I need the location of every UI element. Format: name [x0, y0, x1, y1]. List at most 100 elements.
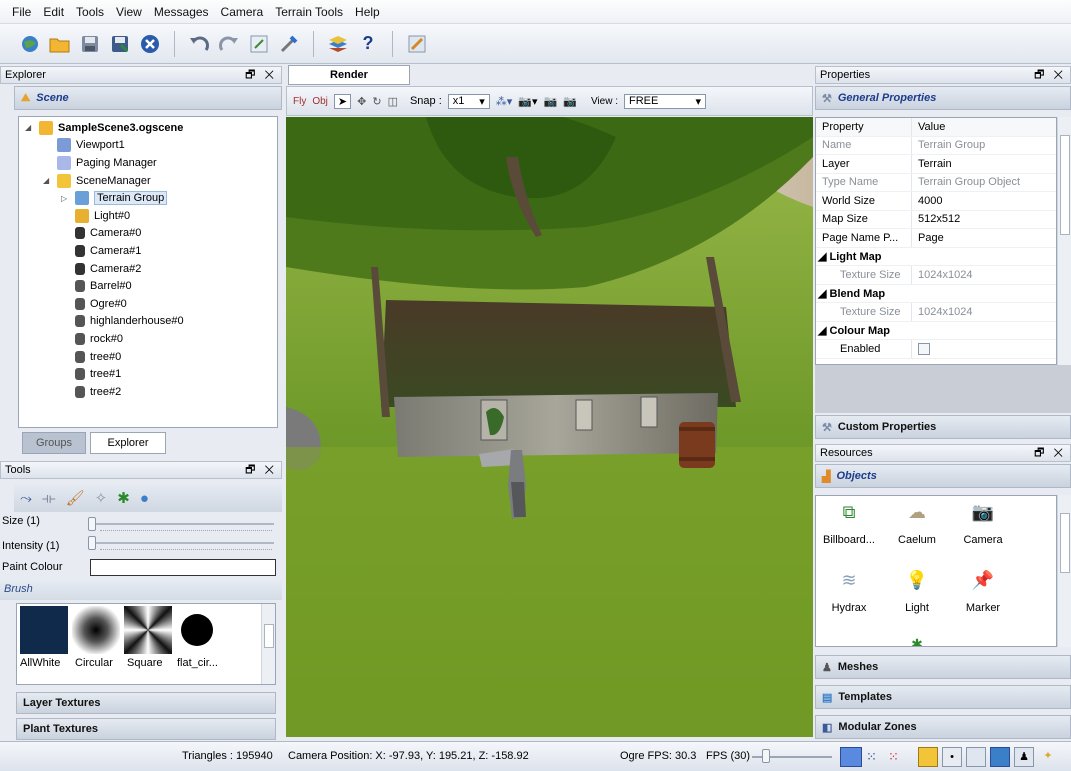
- water-icon[interactable]: ≋: [816, 570, 882, 591]
- scale-icon[interactable]: ◫: [388, 95, 398, 108]
- palm-icon[interactable]: ✱: [117, 489, 130, 507]
- texture-paint-icon[interactable]: 🖌: [66, 489, 85, 507]
- point-toggle-icon[interactable]: •: [942, 747, 962, 767]
- tree-item[interactable]: Barrel#0: [19, 277, 277, 295]
- menu-camera[interactable]: Camera: [215, 5, 270, 19]
- meshes-header[interactable]: ♟ Meshes: [815, 655, 1071, 679]
- render-viewport[interactable]: [286, 117, 813, 737]
- tab-groups[interactable]: Groups: [22, 432, 86, 454]
- menu-tools[interactable]: Tools: [70, 5, 110, 19]
- tree-item[interactable]: Camera#0: [19, 225, 277, 243]
- markers-toggle-icon[interactable]: ⁙: [888, 749, 899, 765]
- tree-item[interactable]: highlanderhouse#0: [19, 313, 277, 331]
- deform-icon[interactable]: ⤳: [20, 490, 32, 507]
- layers-icon[interactable]: [326, 32, 350, 56]
- enabled-checkbox[interactable]: [918, 342, 930, 355]
- brush-flat-circle-swatch[interactable]: [181, 614, 213, 646]
- snap-select[interactable]: x1 ▾: [447, 93, 490, 109]
- add-object-icon[interactable]: ⁂▾: [496, 95, 513, 108]
- brush-list-scrollbar[interactable]: [261, 604, 275, 684]
- tab-render[interactable]: Render: [288, 65, 410, 85]
- objects-scrollbar[interactable]: [1057, 495, 1071, 647]
- tools-icon[interactable]: [277, 32, 301, 56]
- tab-explorer[interactable]: Explorer: [90, 432, 166, 454]
- expand-arrow-icon[interactable]: ◢: [43, 176, 57, 185]
- properties-scrollbar[interactable]: [1057, 117, 1071, 365]
- smooth-icon[interactable]: ⟛: [42, 490, 56, 507]
- camera-select-icon[interactable]: 📷▾: [518, 95, 537, 108]
- objects-section-header[interactable]: ▟ Objects: [815, 464, 1071, 488]
- brush-allwhite-swatch[interactable]: [20, 606, 68, 654]
- settings-icon[interactable]: [247, 32, 271, 56]
- dots-toggle-icon[interactable]: ⁙: [866, 749, 877, 765]
- objects-grid[interactable]: ⧉ Billboard... ☁ Caelum 📷 Camera ≋ Hydra…: [815, 495, 1057, 647]
- water-sphere-icon[interactable]: ●: [140, 490, 149, 507]
- folder-toggle-icon[interactable]: [918, 747, 938, 767]
- dock-float-close-icon[interactable]: 🗗 ✕: [1034, 66, 1066, 85]
- property-row[interactable]: Layer Terrain: [816, 155, 1056, 174]
- open-folder-icon[interactable]: [48, 32, 72, 56]
- menu-view[interactable]: View: [110, 5, 148, 19]
- tree-item[interactable]: ▷ Terrain Group: [19, 189, 277, 207]
- menu-terrain-tools[interactable]: Terrain Tools: [269, 5, 349, 19]
- tree-item[interactable]: Paging Manager: [19, 154, 277, 172]
- undo-icon[interactable]: [187, 32, 211, 56]
- redo-icon[interactable]: [217, 32, 241, 56]
- layer-textures-header[interactable]: Layer Textures: [16, 692, 276, 714]
- property-value[interactable]: 4000: [912, 192, 1056, 210]
- property-value[interactable]: Terrain: [912, 155, 1056, 173]
- tree-item[interactable]: rock#0: [19, 330, 277, 348]
- light-icon[interactable]: 💡: [884, 570, 950, 591]
- menu-edit[interactable]: Edit: [37, 5, 70, 19]
- menu-messages[interactable]: Messages: [148, 5, 215, 19]
- tree-item[interactable]: tree#0: [19, 348, 277, 366]
- property-row[interactable]: Page Name P... Page: [816, 229, 1056, 248]
- property-group-row[interactable]: ◢ Blend Map: [816, 285, 1056, 303]
- help-icon[interactable]: ?: [356, 32, 380, 56]
- pin-icon[interactable]: 📌: [950, 570, 1016, 591]
- property-value[interactable]: Page: [912, 229, 1056, 247]
- modular-zones-header[interactable]: ◧ Modular Zones: [815, 715, 1071, 739]
- plant-icon[interactable]: ✧: [95, 489, 108, 507]
- expand-arrow-icon[interactable]: ◢: [25, 123, 39, 132]
- paint-toggle-icon[interactable]: [966, 747, 986, 767]
- dock-float-close-icon[interactable]: 🗗 ✕: [1034, 444, 1066, 463]
- property-row[interactable]: Type Name Terrain Group Object: [816, 173, 1056, 192]
- light-toggle-icon[interactable]: ✦: [1038, 747, 1058, 767]
- custom-properties-header[interactable]: ⚒ Custom Properties: [815, 415, 1071, 439]
- property-row[interactable]: Texture Size 1024x1024: [816, 266, 1056, 285]
- tree-item[interactable]: Ogre#0: [19, 295, 277, 313]
- dock-float-close-icon[interactable]: 🗗 ✕: [245, 461, 277, 480]
- tree-item[interactable]: ◢ SampleScene3.ogscene: [19, 119, 277, 137]
- property-row[interactable]: Texture Size 1024x1024: [816, 303, 1056, 322]
- move-icon[interactable]: ✥: [357, 95, 366, 108]
- paint-colour-swatch[interactable]: [90, 559, 276, 576]
- globe-icon[interactable]: [18, 32, 42, 56]
- camera-icon[interactable]: 📷: [950, 502, 1016, 523]
- enabled-checkbox-cell[interactable]: [912, 340, 1056, 358]
- tree-item[interactable]: Viewport1: [19, 137, 277, 155]
- layers-toggle-icon[interactable]: [990, 747, 1010, 767]
- general-properties-header[interactable]: ⚒ General Properties: [815, 86, 1071, 110]
- view-select[interactable]: FREE ▾: [624, 93, 706, 109]
- dock-float-close-icon[interactable]: 🗗 ✕: [245, 66, 277, 85]
- property-row[interactable]: World Size 4000: [816, 192, 1056, 211]
- cloud-icon[interactable]: ☁: [884, 502, 950, 523]
- property-group-row[interactable]: ◢ Light Map: [816, 248, 1056, 266]
- tree-item[interactable]: ◢ SceneManager: [19, 172, 277, 190]
- camera-view-icon[interactable]: 📷: [563, 95, 577, 108]
- templates-header[interactable]: ▤ Templates: [815, 685, 1071, 709]
- property-value[interactable]: 512x512: [912, 211, 1056, 229]
- save-icon[interactable]: [78, 32, 102, 56]
- plant-textures-header[interactable]: Plant Textures: [16, 718, 276, 740]
- billboard-icon[interactable]: ⧉: [816, 502, 882, 523]
- property-row[interactable]: Name Terrain Group: [816, 136, 1056, 155]
- property-row[interactable]: Map Size 512x512: [816, 210, 1056, 229]
- intensity-slider[interactable]: [88, 536, 274, 550]
- tree-item[interactable]: Light#0: [19, 207, 277, 225]
- close-icon[interactable]: [138, 32, 162, 56]
- fly-button[interactable]: Fly: [293, 96, 306, 107]
- fps-slider[interactable]: [752, 749, 832, 765]
- tree-item[interactable]: tree#1: [19, 365, 277, 383]
- scene-section-header[interactable]: ⛰ Scene: [14, 86, 282, 110]
